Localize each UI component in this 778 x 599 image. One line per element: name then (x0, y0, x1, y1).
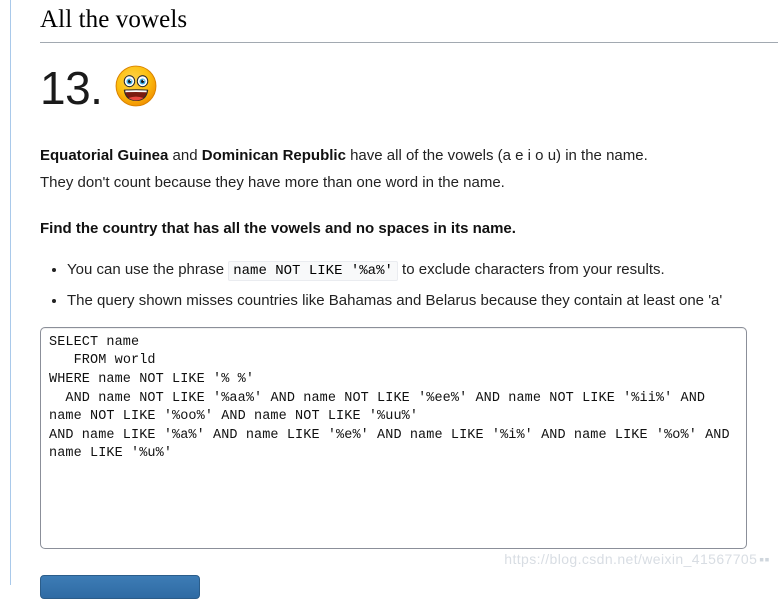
hint-1-after: to exclude characters from your results. (397, 260, 665, 278)
submit-button[interactable] (40, 575, 200, 599)
hints-list: You can use the phrase name NOT LIKE '%a… (40, 255, 778, 315)
watermark-url: https://blog.csdn.net/weixin_41567705 (504, 551, 758, 567)
intro-paragraph-block: Equatorial Guinea and Dominican Republic… (40, 142, 778, 196)
intro-conjunction: and (168, 146, 202, 164)
sql-editor[interactable]: SELECT name FROM world WHERE name NOT LI… (40, 326, 747, 549)
grinning-face-emoji (116, 65, 157, 107)
country-dominican-republic: Dominican Republic (201, 146, 346, 164)
article-content: All the vowels 13. Equatorial Guinea and… (40, 0, 778, 549)
intro-line-2: They don't count because they have more … (40, 173, 505, 191)
sql-query-text[interactable]: SELECT name FROM world WHERE name NOT LI… (49, 334, 738, 464)
intro-line-1-tail: have all of the vowels (a e i o u) in th… (345, 146, 648, 164)
hint-2-text: The query shown misses countries like Ba… (67, 291, 723, 309)
inline-code-snippet: name NOT LIKE '%a%' (228, 260, 398, 281)
article-page: All the vowels 13. Equatorial Guinea and… (0, 0, 778, 585)
list-item: The query shown misses countries like Ba… (67, 286, 778, 315)
country-equatorial-guinea: Equatorial Guinea (40, 146, 169, 164)
task-instruction: Find the country that has all the vowels… (40, 219, 516, 237)
question-number: 13. (40, 61, 103, 114)
intro-line-1: Equatorial Guinea and Dominican Republic… (40, 142, 778, 169)
csdn-watermark: https://blog.csdn.net/weixin_41567705 ▪▪ (504, 551, 770, 567)
title-divider (40, 41, 778, 43)
question-header: 13. (40, 62, 778, 120)
page-title: All the vowels (40, 6, 188, 33)
list-item: You can use the phrase name NOT LIKE '%a… (67, 255, 778, 286)
hint-1-before: You can use the phrase (67, 260, 229, 278)
watermark-dots: ▪▪ (759, 551, 770, 567)
